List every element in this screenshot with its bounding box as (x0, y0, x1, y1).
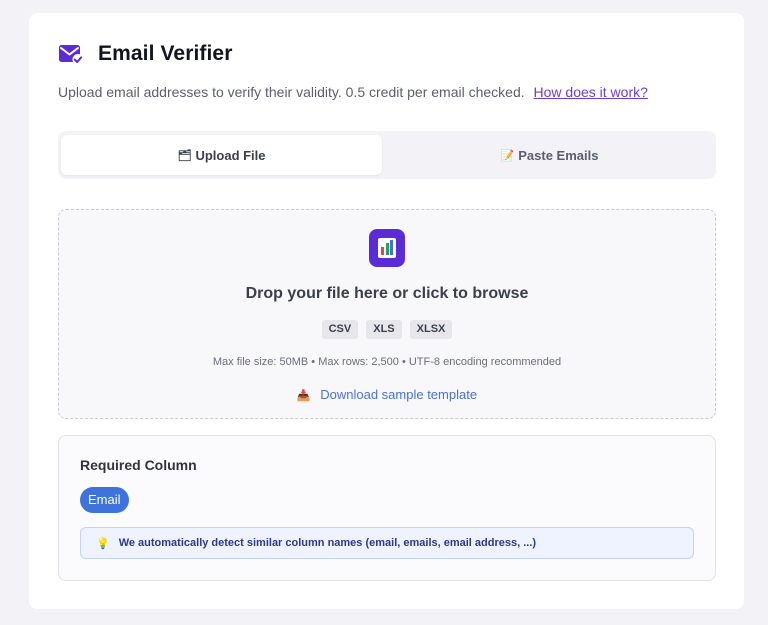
tab-upload-file-label: Upload File (195, 147, 266, 163)
tab-paste-emails[interactable]: 📝 Paste Emails (386, 135, 713, 175)
email-column-pill: Email (80, 487, 129, 513)
folder-icon: 🗂 (177, 149, 192, 162)
lightbulb-icon: 💡 (96, 537, 110, 550)
page-title: Email Verifier (98, 42, 233, 65)
email-check-icon (59, 45, 84, 65)
input-mode-tabs: 🗂 Upload File 📝 Paste Emails (58, 131, 716, 179)
download-icon: 📥 (296, 390, 311, 402)
required-column-title: Required Column (80, 457, 197, 473)
column-detection-hint: 💡 We automatically detect similar column… (80, 527, 694, 559)
format-badge-xls: XLS (366, 320, 402, 339)
file-limits-text: Max file size: 50MB • Max rows: 2,500 • … (212, 356, 562, 368)
required-column-panel: Required Column Email 💡 We automatically… (58, 435, 716, 581)
format-badge-csv: CSV (321, 320, 359, 339)
how-it-works-link[interactable]: How does it work? (534, 84, 648, 100)
format-badge-xlsx: XLSX (409, 320, 453, 339)
dropzone-title: Drop your file here or click to browse (245, 285, 529, 302)
tab-upload-file[interactable]: 🗂 Upload File (61, 135, 382, 175)
memo-icon: 📝 (500, 149, 515, 162)
column-detection-hint-text: We automatically detect similar column n… (118, 537, 537, 549)
subtitle-text: Upload email addresses to verify their v… (58, 84, 525, 100)
download-sample-template-link[interactable]: 📥 Download sample template (59, 387, 715, 402)
bar-chart-icon (369, 229, 405, 267)
page-subtitle: Upload email addresses to verify their v… (58, 84, 648, 100)
tab-paste-emails-label: Paste Emails (518, 147, 599, 163)
download-sample-label: Download sample template (320, 387, 478, 402)
file-format-list: CSV XLS XLSX (59, 320, 715, 339)
file-dropzone[interactable]: Drop your file here or click to browse C… (58, 209, 716, 419)
email-verifier-card: Email Verifier Upload email addresses to… (29, 13, 744, 609)
page-header: Email Verifier (58, 42, 232, 66)
